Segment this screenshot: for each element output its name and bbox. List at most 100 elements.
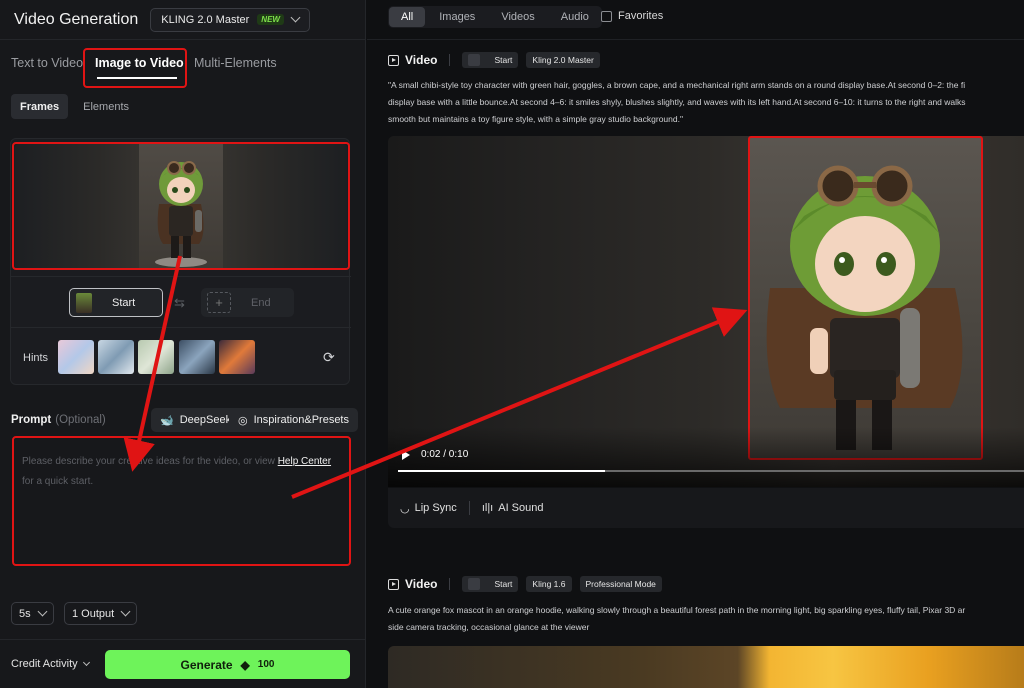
chevron-down-icon	[290, 12, 301, 23]
description-line: display base with a little bounce.At sec…	[388, 97, 966, 107]
new-badge: NEW	[257, 14, 284, 25]
page-title: Video Generation	[14, 10, 139, 28]
tab-text-to-video[interactable]: Text to Video	[11, 56, 83, 70]
model-select[interactable]: KLING 2.0 Master NEW	[150, 7, 310, 32]
divider	[468, 501, 470, 515]
favorites-label: Favorites	[618, 10, 664, 22]
start-thumbnail	[468, 578, 481, 590]
prompt-label: Prompt (Optional)	[11, 414, 106, 426]
subtab-frames[interactable]: Frames	[11, 94, 69, 119]
tag-mode: Professional Mode	[579, 576, 662, 592]
divider	[449, 578, 451, 590]
tag-label: Kling 1.6	[532, 579, 566, 589]
filter-tabs: All Images Videos Audio	[388, 6, 602, 28]
output-count-value: 1 Output	[72, 607, 115, 620]
start-thumbnail	[76, 292, 92, 313]
lip-sync-button[interactable]: ◡ Lip Sync	[400, 502, 457, 515]
video-title-text: Video	[405, 577, 438, 591]
tab-multi-elements[interactable]: Multi-Elements	[194, 56, 277, 70]
video-description: "A small chibi-style toy character with …	[388, 77, 1024, 128]
filter-tab-audio[interactable]: Audio	[549, 7, 601, 27]
prompt-placeholder-end: for a quick start.	[22, 476, 94, 487]
video-icon	[388, 54, 399, 66]
ai-sound-label: AI Sound	[498, 502, 544, 514]
description-line: A cute orange fox mascot in an orange ho…	[388, 605, 966, 615]
hint-thumbnail[interactable]	[219, 340, 255, 374]
video-header: Video Start Kling 1.6 Professional Mode	[388, 576, 662, 592]
filter-tab-videos[interactable]: Videos	[489, 7, 546, 27]
start-frame-button[interactable]: Start	[69, 288, 163, 317]
video-character-frame	[748, 136, 983, 460]
progress-fill	[398, 470, 605, 472]
hint-thumbnail[interactable]	[179, 340, 215, 374]
end-label: End	[251, 296, 271, 309]
left-panel: Video Generation KLING 2.0 Master NEW Te…	[0, 0, 366, 688]
video-title-text: Video	[405, 53, 438, 67]
credit-icon: ◆	[240, 657, 250, 672]
hint-thumbnail[interactable]	[138, 340, 174, 374]
hint-thumbnail[interactable]	[58, 340, 94, 374]
chevron-down-icon	[37, 606, 48, 617]
filter-tab-images[interactable]: Images	[427, 7, 487, 27]
prompt-placeholder: Please describe your creative ideas for …	[22, 456, 275, 467]
video-description: A cute orange fox mascot in an orange ho…	[388, 602, 1024, 636]
refresh-icon[interactable]: ⟳	[323, 349, 335, 366]
tag-model: Kling 2.0 Master	[526, 52, 600, 68]
lightbulb-icon: ◎	[238, 414, 248, 427]
divider	[11, 327, 351, 328]
deepseek-button[interactable]: 🐋 DeepSeek	[151, 408, 241, 432]
generate-button[interactable]: Generate ◆ 100	[105, 650, 350, 679]
description-line: side camera tracking, occasional glance …	[388, 622, 590, 632]
chevron-down-icon	[82, 658, 90, 666]
tag-label: Professional Mode	[585, 579, 656, 589]
progress-bar[interactable]	[398, 470, 1024, 472]
prompt-input[interactable]: Please describe your creative ideas for …	[12, 436, 351, 566]
lip-sync-label: Lip Sync	[414, 502, 457, 514]
lips-icon: ◡	[400, 502, 410, 515]
hints-label: Hints	[23, 352, 49, 364]
end-frame-button[interactable]: + End	[201, 288, 294, 317]
sound-wave-icon: ıl|ı	[481, 502, 494, 514]
credit-activity-dropdown[interactable]: Credit Activity	[11, 658, 90, 670]
generate-cost: 100	[257, 659, 275, 670]
video-actions: ◡ Lip Sync ıl|ı AI Sound	[388, 488, 1024, 528]
annotation-box-tab	[83, 48, 187, 88]
subtab-elements[interactable]: Elements	[74, 94, 138, 119]
tag-start: Start	[462, 52, 519, 68]
tag-label: Start	[494, 579, 513, 589]
video-player[interactable]	[388, 646, 1024, 688]
deepseek-label: DeepSeek	[179, 414, 232, 426]
help-center-link[interactable]: Help Center	[278, 456, 331, 467]
right-panel: All Images Videos Audio Favorites Video …	[367, 0, 1024, 688]
divider	[11, 276, 351, 277]
generate-label: Generate	[180, 657, 233, 672]
bottom-bar: Credit Activity Generate ◆ 100	[0, 639, 366, 688]
start-label: Start	[112, 296, 136, 309]
video-header: Video Start Kling 2.0 Master	[388, 52, 600, 68]
duration-select[interactable]: 5s	[11, 602, 54, 625]
tag-model: Kling 1.6	[526, 576, 572, 592]
annotation-box-frame	[12, 142, 350, 270]
video-title: Video	[388, 53, 437, 67]
video-title: Video	[388, 577, 437, 591]
play-icon[interactable]	[402, 450, 410, 460]
inspiration-presets-button[interactable]: ◎ Inspiration&Presets	[229, 408, 358, 432]
chibi-figure-image	[766, 165, 963, 450]
filter-tab-all[interactable]: All	[389, 7, 426, 27]
deepseek-icon: 🐋	[160, 414, 174, 427]
credit-label: Credit Activity	[11, 658, 78, 670]
sub-tabs: Frames Elements	[11, 94, 138, 119]
video-time: 0:02 / 0:10	[421, 449, 469, 460]
video-player[interactable]: 0:02 / 0:10	[388, 136, 1024, 487]
start-thumbnail	[468, 54, 481, 66]
checkbox[interactable]	[601, 10, 612, 22]
ai-sound-button[interactable]: ıl|ı AI Sound	[482, 502, 544, 514]
hint-thumbnail[interactable]	[98, 340, 134, 374]
description-line: "A small chibi-style toy character with …	[388, 80, 966, 90]
favorites-toggle[interactable]: Favorites	[601, 10, 663, 22]
swap-icon[interactable]: ⇆	[174, 295, 185, 311]
plus-icon: +	[207, 292, 231, 313]
prompt-optional-text: (Optional)	[55, 414, 106, 426]
duration-value: 5s	[19, 607, 31, 620]
output-count-select[interactable]: 1 Output	[64, 602, 138, 625]
